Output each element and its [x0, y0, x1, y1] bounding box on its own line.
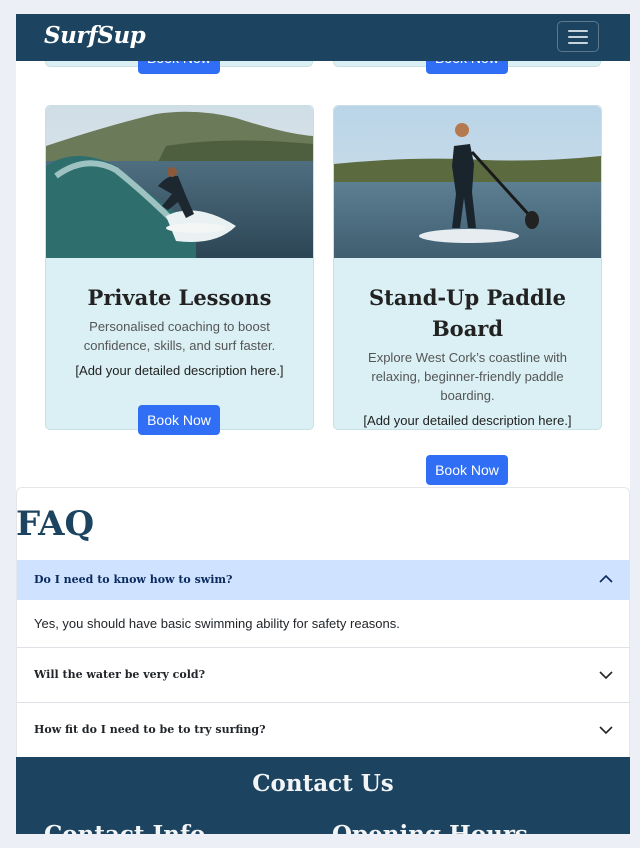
faq-item-swim: Do I need to know how to swim? Yes, you …	[17, 560, 630, 646]
private-lessons-description: [Add your detailed description here.]	[75, 363, 284, 378]
stand-up-paddle-board-book-now-button[interactable]: Book Now	[426, 455, 508, 485]
service-card-private-lessons: Private Lessons Personalised coaching to…	[45, 105, 314, 435]
private-lessons-text: Personalised coaching to boost confidenc…	[83, 319, 276, 353]
private-lessons-title: Private Lessons	[87, 285, 272, 310]
faq-question-button-swim[interactable]: Do I need to know how to swim?	[17, 560, 630, 600]
chevron-down-icon	[599, 726, 613, 735]
contact-info-heading: Contact Info	[44, 821, 205, 834]
chevron-up-icon	[599, 574, 613, 583]
faq-title: FAQ	[16, 504, 95, 544]
faq-question-cold-water: Will the water be very cold?	[34, 668, 206, 681]
stand-up-paddle-board-text: Explore West Cork’s coastline with relax…	[368, 350, 567, 403]
faq-question-fitness: How fit do I need to be to try surfing?	[34, 723, 266, 736]
faq-item-cold-water: Will the water be very cold?	[17, 647, 630, 702]
brand-logo[interactable]: SurfSup	[44, 22, 146, 49]
stand-up-paddle-board-title: Stand-Up Paddle Board	[369, 285, 566, 341]
navbar: SurfSup	[16, 14, 630, 61]
faq-question-button-cold-water[interactable]: Will the water be very cold?	[17, 648, 630, 702]
faq-question-button-fitness[interactable]: How fit do I need to be to try surfing?	[17, 703, 630, 757]
stand-up-paddle-board-image	[334, 106, 601, 258]
faq-accordion: Do I need to know how to swim? Yes, you …	[16, 487, 630, 771]
contact-title: Contact Us	[252, 770, 394, 797]
faq-question-swim: Do I need to know how to swim?	[34, 573, 233, 586]
private-lessons-image	[46, 106, 313, 258]
private-lessons-book-now-button[interactable]: Book Now	[138, 405, 220, 435]
faq-answer-swim: Yes, you should have basic swimming abil…	[34, 616, 400, 631]
service-card-stand-up-paddle-board: Stand-Up Paddle Board Explore West Cork’…	[333, 105, 602, 485]
chevron-down-icon	[599, 671, 613, 680]
navbar-toggler-button[interactable]	[557, 21, 599, 52]
faq-item-fitness: How fit do I need to be to try surfing?	[17, 702, 630, 757]
stand-up-paddle-board-description: [Add your detailed description here.]	[363, 413, 572, 428]
opening-hours-heading: Opening Hours	[332, 821, 528, 834]
contact-section: Contact Us Contact Info Opening Hours	[16, 757, 630, 834]
page: Book Now Book Now SurfSup	[16, 14, 630, 834]
